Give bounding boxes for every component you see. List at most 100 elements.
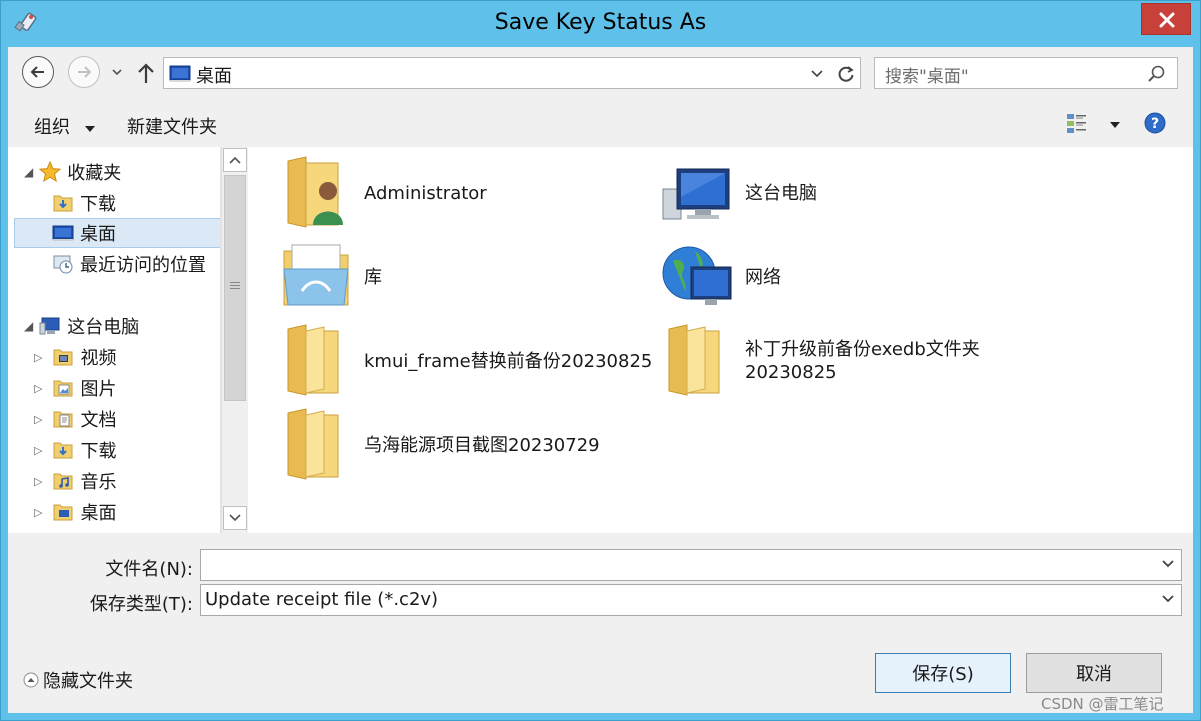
item-folder-kmui[interactable]: kmui_frame替换前备份20230825 [280,323,652,399]
recent-places-icon [53,255,73,274]
tree-item-desktop-selected[interactable]: 桌面 [14,218,220,248]
back-button[interactable] [22,56,54,88]
close-button[interactable] [1141,3,1191,35]
organize-label: 组织 [34,117,70,138]
tree-label: 文档 [80,410,117,431]
star-icon [39,161,62,183]
desktop-icon [169,65,191,82]
search-icon[interactable] [1147,64,1167,84]
address-bar[interactable]: 桌面 [163,57,861,89]
computer-icon [39,317,60,335]
scroll-down-button[interactable] [223,506,247,530]
save-dialog-window: Save Key Status As 桌面 搜索"桌面" 组织 新建文件夹 ? … [0,0,1201,721]
item-network[interactable]: 网络 [661,239,781,315]
item-this-pc[interactable]: 这台电脑 [661,155,817,231]
chevron-down-icon[interactable] [1161,559,1175,569]
item-folder-wuhai[interactable]: 乌海能源项目截图20230729 [280,407,600,483]
dialog-client-area: 桌面 搜索"桌面" 组织 新建文件夹 ? ◢ 收藏夹 下载 桌面 最近访问的位置… [8,47,1193,713]
tree-label: 这台电脑 [67,317,140,338]
view-options-icon[interactable] [1066,112,1088,134]
filename-input[interactable] [200,549,1182,581]
scroll-thumb[interactable] [224,175,246,401]
libraries-icon [283,244,349,306]
item-libraries[interactable]: 库 [280,239,382,315]
navigation-pane: ◢ 收藏夹 下载 桌面 最近访问的位置 ◢ 这台电脑 ▷ 视频 ▷ 图片 ▷ 文… [8,147,221,533]
tree-item-videos[interactable]: ▷ 视频 [34,342,116,372]
desktop-icon [52,225,74,241]
chevron-up-icon [229,156,241,164]
tree-label: 音乐 [80,472,117,493]
title-bar[interactable]: Save Key Status As [1,1,1200,49]
file-list-pane: Administrator 这台电脑 库 网络 kmui_frame替换前备份2… [248,147,1193,533]
collapse-icon[interactable]: ◢ [24,319,33,333]
tree-label: 图片 [80,379,117,400]
address-text: 桌面 [196,66,232,87]
address-dropdown-icon[interactable] [810,69,824,79]
folder-icon [287,408,339,480]
hide-folders-toggle[interactable]: 隐藏文件夹 [23,667,133,693]
desktop-icon [53,504,73,521]
tree-label: 下载 [80,441,117,462]
expand-icon[interactable]: ▷ [34,506,42,519]
help-icon[interactable]: ? [1144,112,1166,134]
new-folder-button[interactable]: 新建文件夹 [127,113,217,139]
item-administrator[interactable]: Administrator [280,155,487,231]
tree-item-downloads-pc[interactable]: ▷ 下载 [34,435,116,465]
search-placeholder: 搜索"桌面" [885,67,969,87]
tree-item-music[interactable]: ▷ 音乐 [34,466,116,496]
collapse-arrow-icon [23,672,39,688]
organize-menu[interactable]: 组织 [34,113,96,139]
music-folder-icon [53,473,73,490]
tree-item-documents[interactable]: ▷ 文档 [34,404,116,434]
search-box[interactable]: 搜索"桌面" [874,57,1178,89]
user-folder-icon [287,156,343,228]
chevron-down-icon[interactable] [111,67,123,77]
expand-icon[interactable]: ▷ [34,382,42,395]
item-label: 补丁升级前备份exedb文件夹 20230825 [745,338,980,384]
refresh-icon[interactable] [836,64,856,84]
folder-icon [287,324,339,396]
forward-arrow-icon [78,66,92,78]
tree-this-pc[interactable]: ◢ 这台电脑 [24,311,139,341]
pictures-folder-icon [53,380,73,397]
chevron-down-icon[interactable] [1161,594,1175,604]
tree-label: 最近访问的位置 [80,255,206,276]
downloads-folder-icon [53,442,73,459]
tree-item-downloads[interactable]: 下载 [52,188,116,218]
up-arrow-icon[interactable] [136,61,156,85]
close-icon [1159,12,1175,28]
window-title: Save Key Status As [494,10,707,35]
forward-button[interactable] [68,56,100,88]
cancel-button[interactable]: 取消 [1026,653,1162,693]
tree-item-desktop-pc[interactable]: ▷ 桌面 [34,497,116,527]
collapse-icon[interactable]: ◢ [24,165,33,179]
filetype-label: 保存类型(T): [89,594,193,615]
item-label-line-1: 补丁升级前备份exedb文件夹 [745,339,980,360]
tree-item-recent-places[interactable]: 最近访问的位置 [52,249,206,279]
navigation-scrollbar[interactable] [221,147,247,533]
item-label: 这台电脑 [745,182,817,204]
navigation-bar: 桌面 搜索"桌面" [8,47,1193,99]
item-label: Administrator [364,182,487,204]
svg-text:?: ? [1151,116,1159,132]
documents-folder-icon [53,411,73,428]
expand-icon[interactable]: ▷ [34,444,42,457]
item-folder-patch-backup[interactable]: 补丁升级前备份exedb文件夹 20230825 [661,323,980,399]
filetype-select[interactable]: Update receipt file (*.c2v) [200,584,1182,616]
downloads-folder-icon [53,195,73,212]
tree-item-pictures[interactable]: ▷ 图片 [34,373,116,403]
expand-icon[interactable]: ▷ [34,351,42,364]
tree-favorites[interactable]: ◢ 收藏夹 [24,157,121,187]
item-label: 乌海能源项目截图20230729 [364,434,600,456]
save-button[interactable]: 保存(S) [875,653,1011,693]
tree-label: 下载 [80,194,116,215]
back-arrow-icon [30,66,44,78]
expand-icon[interactable]: ▷ [34,475,42,488]
hide-folders-label: 隐藏文件夹 [43,671,133,692]
command-bar: 组织 新建文件夹 ? [8,101,1193,145]
view-dropdown-icon[interactable] [1109,121,1121,129]
videos-folder-icon [53,349,73,366]
expand-icon[interactable]: ▷ [34,413,42,426]
scroll-up-button[interactable] [223,148,247,172]
item-label: 库 [364,266,382,288]
